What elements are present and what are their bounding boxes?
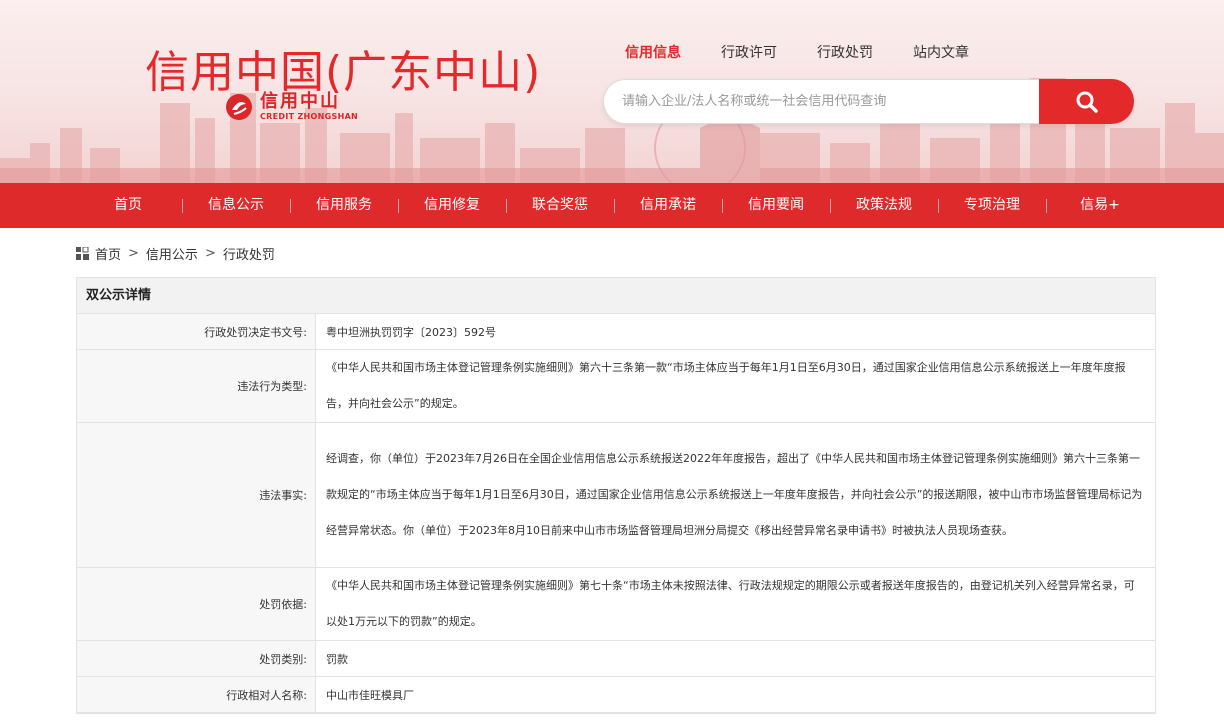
detail-row-penalty-basis: 处罚依据: 《中华人民共和国市场主体登记管理条例实施细则》第七十条“市场主体未按… — [77, 568, 1155, 641]
search-icon — [1076, 91, 1098, 113]
nav-credit-service[interactable]: 信用服务 — [290, 183, 398, 228]
topnav-site-articles[interactable]: 站内文章 — [913, 42, 969, 62]
detail-row-decision-number: 行政处罚决定书文号: 粤中坦洲执罚罚字〔2023〕592号 — [77, 314, 1155, 350]
topnav-admin-license[interactable]: 行政许可 — [721, 42, 777, 62]
search-input[interactable] — [603, 79, 1039, 124]
detail-value-text: 粤中坦洲执罚罚字〔2023〕592号 — [326, 325, 496, 339]
credit-logo-icon — [226, 94, 252, 120]
detail-value-text: 经调查，你（单位）于2023年7月26日在全国企业信用信息公示系统报送2022年… — [326, 452, 1143, 537]
breadcrumb-separator: > — [128, 246, 139, 261]
nav-special-governance[interactable]: 专项治理 — [938, 183, 1046, 228]
nav-credit-repair[interactable]: 信用修复 — [398, 183, 506, 228]
detail-value: 《中华人民共和国市场主体登记管理条例实施细则》第七十条“市场主体未按照法律、行政… — [316, 568, 1155, 640]
nav-joint-reward-punish[interactable]: 联合奖惩 — [506, 183, 614, 228]
detail-title: 双公示详情 — [77, 278, 1155, 314]
detail-value: 中山市佳旺模具厂 — [316, 677, 1155, 712]
breadcrumb-admin-penalty[interactable]: 行政处罚 — [223, 244, 275, 263]
detail-value-text: 中山市佳旺模具厂 — [326, 688, 414, 702]
detail-value: 经调查，你（单位）于2023年7月26日在全国企业信用信息公示系统报送2022年… — [316, 423, 1155, 567]
breadcrumb-credit-disclosure[interactable]: 信用公示 — [146, 244, 198, 263]
detail-label: 行政处罚决定书文号: — [77, 314, 316, 349]
detail-value-text: 《中华人民共和国市场主体登记管理条例实施细则》第七十条“市场主体未按照法律、行政… — [326, 579, 1135, 628]
topnav-admin-penalty[interactable]: 行政处罚 — [817, 42, 873, 62]
detail-value: 罚款 — [316, 641, 1155, 676]
site-logo[interactable]: 信用中山 CREDIT ZHONGSHAN — [224, 92, 358, 122]
detail-value-text: 罚款 — [326, 652, 348, 666]
site-header: 信用中国(广东中山) 信用中山 CREDIT ZHONGSHAN 信用信息 行政… — [0, 0, 1224, 183]
logo-cn-text: 信用中山 — [260, 91, 340, 112]
detail-row-violation-type: 违法行为类型: 《中华人民共和国市场主体登记管理条例实施细则》第六十三条第一款“… — [77, 350, 1155, 423]
detail-label: 处罚依据: — [77, 568, 316, 640]
detail-panel: 双公示详情 行政处罚决定书文号: 粤中坦洲执罚罚字〔2023〕592号 违法行为… — [76, 277, 1156, 714]
search-button[interactable] — [1039, 79, 1134, 124]
detail-label: 行政相对人名称: — [77, 677, 316, 712]
nav-info-disclosure[interactable]: 信息公示 — [182, 183, 290, 228]
detail-label: 违法行为类型: — [77, 350, 316, 422]
detail-value-text: 《中华人民共和国市场主体登记管理条例实施细则》第六十三条第一款“市场主体应当于每… — [326, 361, 1126, 410]
logo-en-text: CREDIT ZHONGSHAN — [260, 112, 359, 121]
detail-row-penalty-category: 处罚类别: 罚款 — [77, 641, 1155, 677]
search-bar — [603, 79, 1134, 124]
nav-credit-commitment[interactable]: 信用承诺 — [614, 183, 722, 228]
nav-credit-news[interactable]: 信用要闻 — [722, 183, 830, 228]
detail-value: 《中华人民共和国市场主体登记管理条例实施细则》第六十三条第一款“市场主体应当于每… — [316, 350, 1155, 422]
site-title: 信用中国(广东中山) — [145, 47, 542, 98]
topnav-credit-info[interactable]: 信用信息 — [625, 42, 681, 62]
detail-row-violation-facts: 违法事实: 经调查，你（单位）于2023年7月26日在全国企业信用信息公示系统报… — [77, 423, 1155, 568]
detail-value: 粤中坦洲执罚罚字〔2023〕592号 — [316, 314, 1155, 349]
nav-home[interactable]: 首页 — [74, 183, 182, 228]
main-nav: 首页 信息公示 信用服务 信用修复 联合奖惩 信用承诺 信用要闻 政策法规 专项… — [0, 183, 1224, 228]
nav-credit-easy-plus[interactable]: 信易+ — [1046, 183, 1154, 228]
nav-policy-regulations[interactable]: 政策法规 — [830, 183, 938, 228]
breadcrumb: 首页 > 信用公示 > 行政处罚 — [76, 244, 275, 263]
top-nav: 信用信息 行政许可 行政处罚 站内文章 — [625, 42, 1009, 62]
breadcrumb-home[interactable]: 首页 — [95, 244, 121, 263]
detail-label: 违法事实: — [77, 423, 316, 567]
detail-label: 处罚类别: — [77, 641, 316, 676]
detail-row-counterparty-name: 行政相对人名称: 中山市佳旺模具厂 — [77, 677, 1155, 713]
grid-icon — [76, 247, 89, 260]
breadcrumb-separator: > — [204, 246, 216, 261]
